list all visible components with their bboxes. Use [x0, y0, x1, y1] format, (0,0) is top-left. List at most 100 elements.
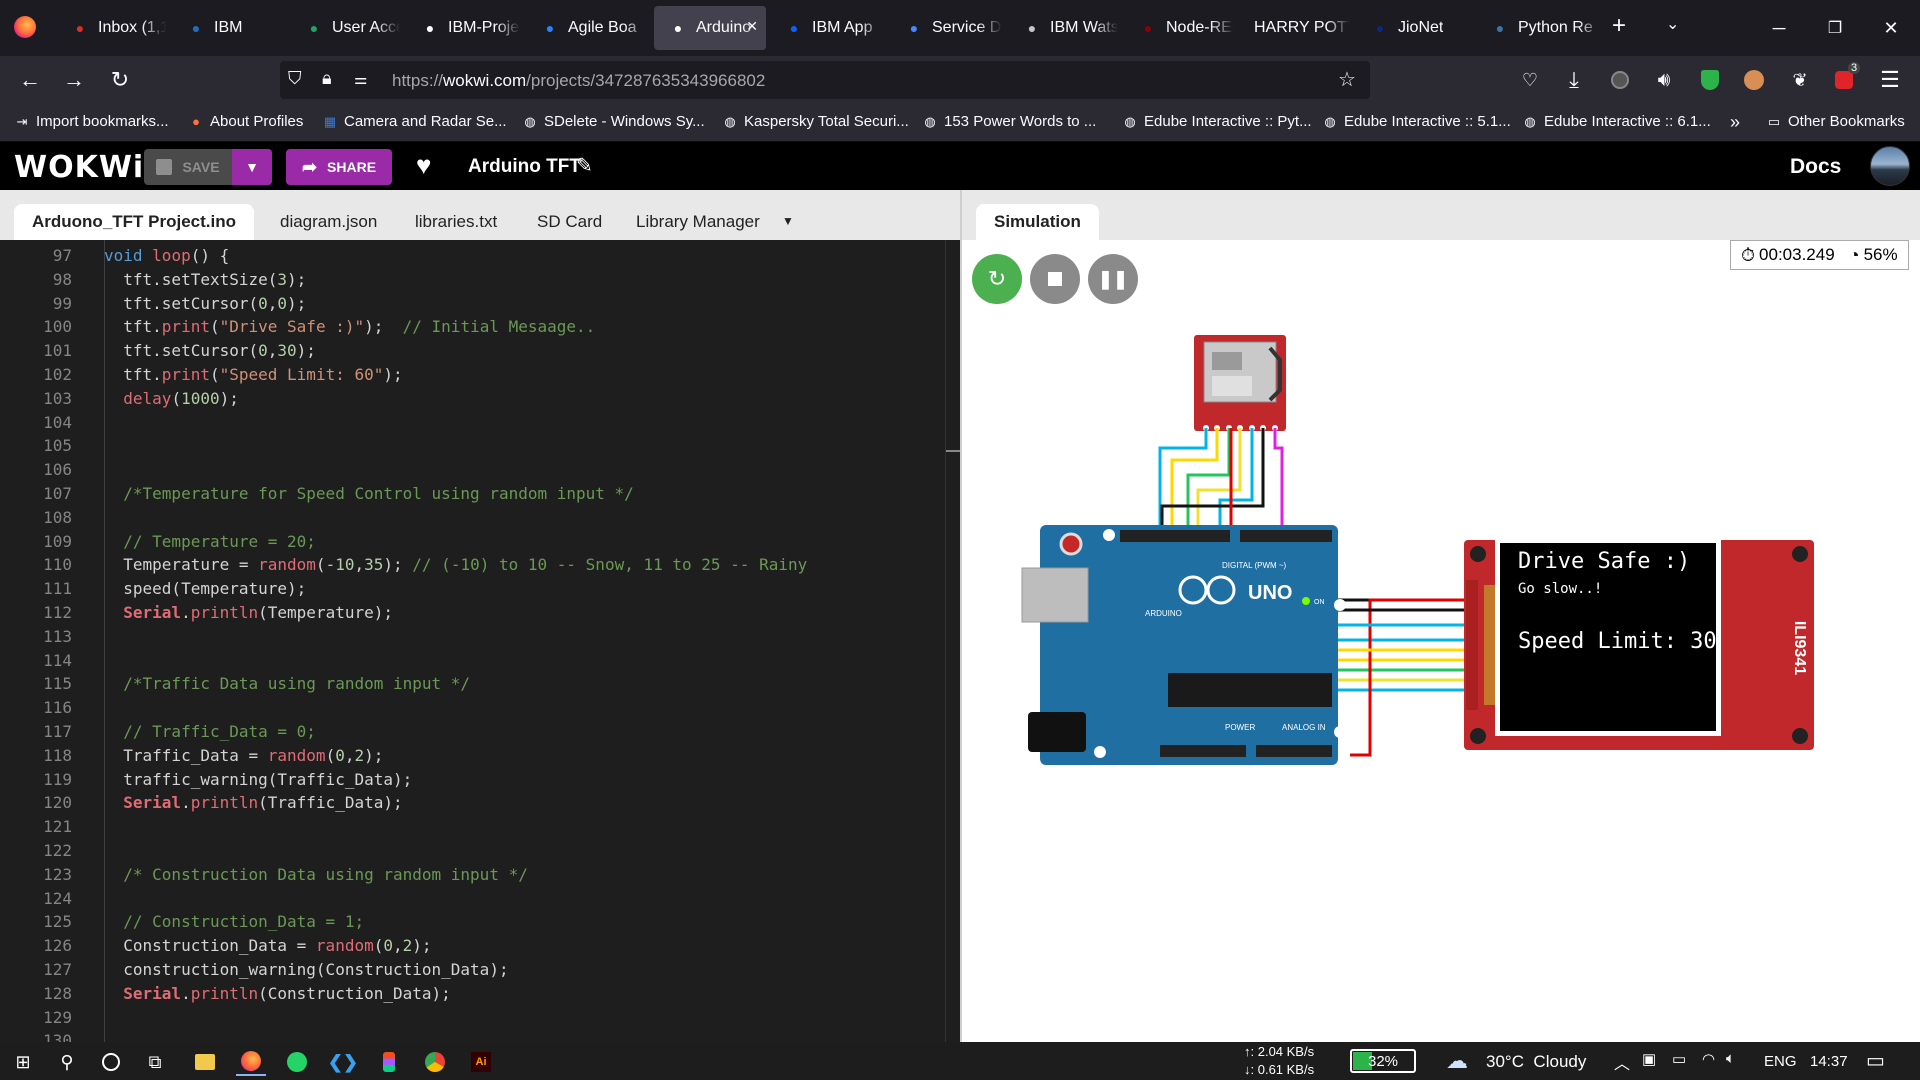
browser-tab[interactable]: ● IBM Wats: [1008, 6, 1118, 50]
code-line[interactable]: 129: [0, 1006, 945, 1030]
browser-tab[interactable]: ● Arduino ✕: [654, 6, 766, 50]
more-bookmarks-icon[interactable]: »: [1730, 112, 1740, 133]
adblock-shield-icon[interactable]: [1694, 64, 1726, 96]
code-line[interactable]: 119 traffic_warning(Traffic_Data);: [0, 768, 945, 792]
browser-tab[interactable]: ● Inbox (1,1: [56, 6, 166, 50]
task-view-icon[interactable]: ⧉: [140, 1048, 170, 1076]
tabs-dropdown-icon[interactable]: ▼: [782, 214, 794, 228]
bookmark-item[interactable]: ◍ Edube Interactive :: 6.1...: [1522, 113, 1710, 130]
extension-face-icon[interactable]: [1738, 64, 1770, 96]
restore-button[interactable]: ❐: [1812, 10, 1858, 46]
browser-tab[interactable]: ● IBM: [172, 6, 282, 50]
vscode-icon[interactable]: ❮❯: [328, 1048, 358, 1076]
browser-tab[interactable]: ● IBM-Proje: [406, 6, 520, 50]
tab-diagram[interactable]: diagram.json: [262, 204, 395, 240]
volume-icon[interactable]: 🔈︎: [1726, 1050, 1735, 1067]
browser-tab[interactable]: ● User Acce: [290, 6, 400, 50]
language-indicator[interactable]: ENG: [1764, 1053, 1797, 1070]
bookmark-item[interactable]: ◍ 153 Power Words to ...: [922, 113, 1096, 130]
firefox-icon[interactable]: [14, 16, 36, 38]
browser-tab[interactable]: ● Python Re: [1476, 6, 1602, 50]
tab-sketch[interactable]: Arduono_TFT Project.ino: [14, 204, 254, 240]
wifi-icon[interactable]: ◠: [1702, 1050, 1715, 1068]
close-tab-icon[interactable]: ✕: [746, 18, 758, 35]
tab-libraries[interactable]: libraries.txt: [397, 204, 515, 240]
list-all-tabs-icon[interactable]: ⌄: [1666, 14, 1679, 34]
battery-indicator[interactable]: 32%: [1350, 1049, 1416, 1073]
tab-library-manager[interactable]: Library Manager: [618, 204, 778, 240]
code-line[interactable]: 116: [0, 696, 945, 720]
figma-icon[interactable]: [374, 1048, 404, 1076]
code-line[interactable]: 98 tft.setTextSize(3);: [0, 268, 945, 292]
code-line[interactable]: 118 Traffic_Data = random(0,2);: [0, 744, 945, 768]
bookmark-star-icon[interactable]: ☆: [1338, 67, 1356, 92]
browser-tab[interactable]: ● IBM App: [770, 6, 884, 50]
save-button[interactable]: SAVE: [144, 149, 232, 185]
permissions-icon[interactable]: ⚌: [354, 70, 367, 88]
new-tab-button[interactable]: +: [1612, 12, 1626, 40]
code-line[interactable]: 99 tft.setCursor(0,0);: [0, 292, 945, 316]
menu-icon[interactable]: ☰: [1874, 64, 1906, 96]
docs-link[interactable]: Docs: [1790, 155, 1841, 179]
url-bar[interactable]: ⛉ 🔒︎ ⚌ https://wokwi.com/projects/347287…: [280, 61, 1370, 99]
code-line[interactable]: 126 Construction_Data = random(0,2);: [0, 934, 945, 958]
code-line[interactable]: 125 // Construction_Data = 1;: [0, 910, 945, 934]
code-line[interactable]: 110 Temperature = random(-10,35); // (-1…: [0, 553, 945, 577]
close-window-button[interactable]: ✕: [1868, 10, 1914, 46]
extension-dark-icon[interactable]: [1604, 64, 1636, 96]
notifications-icon[interactable]: ▭: [1866, 1048, 1885, 1073]
pocket-icon[interactable]: ♡: [1514, 64, 1546, 96]
bookmark-item[interactable]: ◍ Edube Interactive :: Pyt...: [1122, 113, 1311, 130]
lock-icon[interactable]: 🔒︎: [322, 68, 332, 89]
project-title[interactable]: Arduino TFT: [468, 156, 581, 178]
clock[interactable]: 14:37: [1810, 1053, 1848, 1070]
code-line[interactable]: 100 tft.print("Drive Safe :)"); // Initi…: [0, 315, 945, 339]
code-line[interactable]: 123 /* Construction Data using random in…: [0, 863, 945, 887]
code-line[interactable]: 108: [0, 506, 945, 530]
avatar[interactable]: [1870, 146, 1910, 186]
weather-text[interactable]: 30°C Cloudy: [1486, 1052, 1586, 1072]
browser-tab[interactable]: ● Service D: [890, 6, 1002, 50]
code-line[interactable]: 120 Serial.println(Traffic_Data);: [0, 791, 945, 815]
bookmark-item[interactable]: ◍ SDelete - Windows Sy...: [522, 113, 704, 130]
browser-tab[interactable]: ● Node-REI: [1124, 6, 1234, 50]
code-line[interactable]: 114: [0, 649, 945, 673]
code-line[interactable]: 121: [0, 815, 945, 839]
code-line[interactable]: 105: [0, 434, 945, 458]
url-text[interactable]: https://wokwi.com/projects/3472876353439…: [392, 71, 765, 91]
sd-card-module[interactable]: [1194, 335, 1286, 431]
editor-scrollbar[interactable]: [945, 240, 961, 1042]
code-line[interactable]: 128 Serial.println(Construction_Data);: [0, 982, 945, 1006]
browser-tab[interactable]: ● Agile Boa: [526, 6, 648, 50]
code-line[interactable]: 97 void loop() {: [0, 244, 945, 268]
tab-sd-card[interactable]: SD Card: [519, 204, 620, 240]
bookmark-item[interactable]: ▦ Camera and Radar Se...: [322, 113, 507, 130]
firefox-taskbar-icon[interactable]: [236, 1048, 266, 1076]
code-line[interactable]: 117 // Traffic_Data = 0;: [0, 720, 945, 744]
extension-red-icon[interactable]: 3: [1828, 62, 1861, 96]
show-hidden-icons[interactable]: ︿: [1614, 1050, 1630, 1074]
heart-icon[interactable]: ♥: [416, 150, 431, 181]
back-button[interactable]: ←: [14, 64, 46, 96]
forward-button[interactable]: →: [58, 64, 90, 96]
tab-simulation[interactable]: Simulation: [976, 204, 1099, 240]
extension-leaf-icon[interactable]: ❦: [1784, 64, 1816, 96]
bookmark-item[interactable]: ● About Profiles: [188, 113, 303, 130]
share-button[interactable]: ➦ SHARE: [286, 149, 392, 185]
code-line[interactable]: 101 tft.setCursor(0,30);: [0, 339, 945, 363]
reload-button[interactable]: ↻: [104, 64, 136, 96]
code-line[interactable]: 115 /*Traffic Data using random input */: [0, 672, 945, 696]
bookmark-item[interactable]: ▭ Other Bookmarks: [1766, 113, 1905, 130]
downloads-icon[interactable]: ⤓: [1558, 64, 1590, 96]
chrome-icon[interactable]: [420, 1048, 450, 1076]
code-line[interactable]: 106: [0, 458, 945, 482]
illustrator-icon[interactable]: Ai: [466, 1048, 496, 1076]
battery-tray-icon[interactable]: ▭: [1672, 1050, 1686, 1068]
weather-icon[interactable]: ☁: [1446, 1048, 1468, 1074]
code-line[interactable]: 130: [0, 1029, 945, 1042]
bookmark-item[interactable]: ◍ Kaspersky Total Securi...: [722, 113, 908, 130]
shield-icon[interactable]: ⛉: [288, 68, 302, 89]
save-dropdown-button[interactable]: ▼: [232, 149, 272, 185]
code-line[interactable]: 109 // Temperature = 20;: [0, 530, 945, 554]
windows-start-icon[interactable]: ⊞: [8, 1048, 38, 1076]
